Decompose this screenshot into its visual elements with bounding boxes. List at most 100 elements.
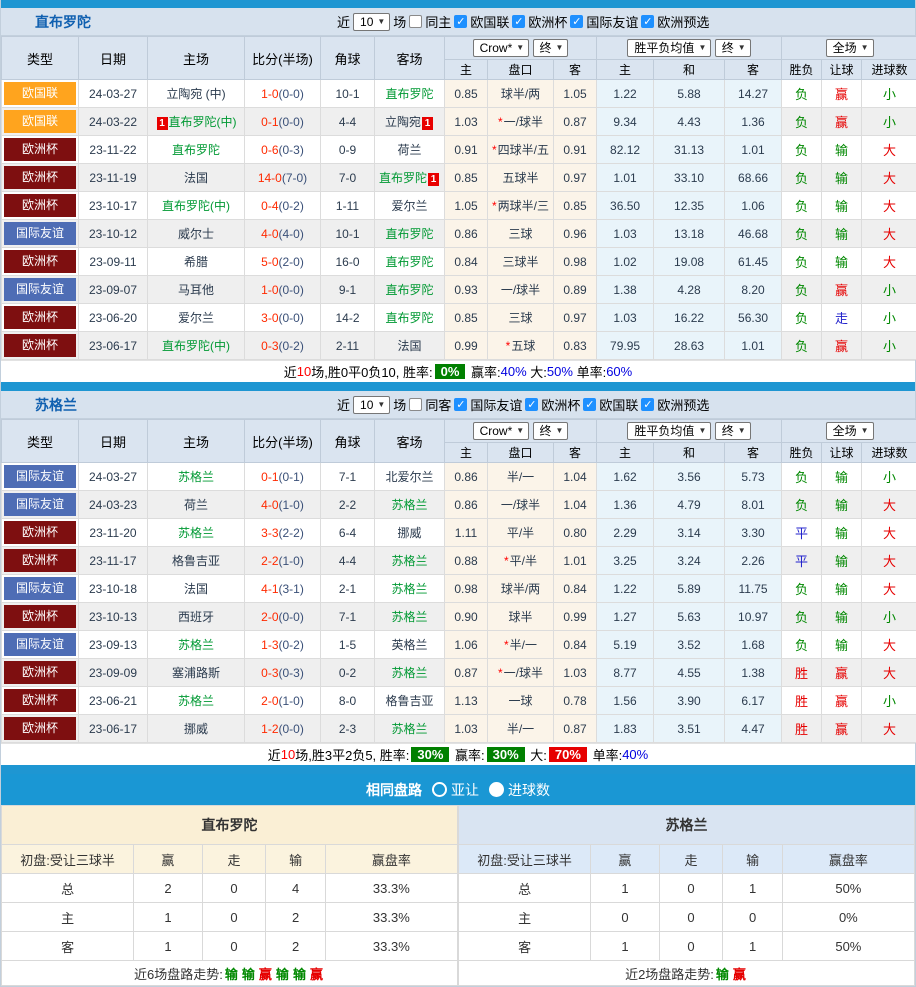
compare-col-header: 走 (659, 845, 723, 874)
compare-table: 直布罗陀初盘:受让三球半赢走输赢盘率总20433.3%主10233.3%客102… (1, 805, 458, 986)
live-star-icon: * (504, 554, 509, 568)
recent-count-select[interactable]: 10▼ (353, 396, 390, 414)
result-goals: 大 (862, 164, 916, 192)
match-date: 23-06-21 (79, 687, 148, 715)
avg-draw: 33.10 (654, 164, 725, 192)
corner-score: 14-2 (321, 304, 375, 332)
avg-home: 5.19 (597, 631, 654, 659)
matches-table: 类型日期主场比分(半场)角球客场Crow*▼ 终▼胜平负均值▼ 终▼全场▼主盘口… (1, 36, 916, 360)
compare-col-header: 走 (202, 845, 266, 874)
league-checkbox[interactable]: ✓ (570, 15, 583, 28)
away-team: 苏格兰 (391, 610, 427, 624)
corner-score: 1-5 (321, 631, 375, 659)
odds-final-select[interactable]: 终▼ (533, 422, 569, 440)
away-team: 直布罗陀 (385, 283, 433, 297)
home-team: 格鲁吉亚 (172, 554, 220, 568)
league-badge: 欧国联 (4, 82, 76, 105)
home-team: 荷兰 (184, 498, 208, 512)
odds-home: 0.85 (445, 304, 488, 332)
league-checkbox[interactable]: ✓ (454, 15, 467, 28)
home-team: 苏格兰 (178, 470, 214, 484)
match-row: 国际友谊24-03-27苏格兰0-1(0-1)7-1北爱尔兰0.86半/一1.0… (2, 463, 916, 491)
odds-away: 1.01 (554, 547, 597, 575)
away-team: 苏格兰 (391, 582, 427, 596)
scope-select[interactable]: 全场▼ (826, 422, 874, 440)
league-checkbox[interactable]: ✓ (525, 398, 538, 411)
avg-final-select[interactable]: 终▼ (715, 39, 751, 57)
odds-company-select[interactable]: Crow*▼ (473, 39, 530, 57)
column-header: 主 (445, 60, 488, 80)
half-score: (0-0) (279, 311, 304, 325)
trend-label: 近6场盘路走势: (134, 967, 223, 982)
radio-icon (432, 782, 447, 797)
odds-final-select[interactable]: 终▼ (533, 39, 569, 57)
avg-final-select[interactable]: 终▼ (715, 422, 751, 440)
avg-type-select[interactable]: 胜平负均值▼ (627, 422, 711, 440)
avg-type-select[interactable]: 胜平负均值▼ (627, 39, 711, 57)
match-date: 23-10-13 (79, 603, 148, 631)
match-row: 欧洲杯23-11-22直布罗陀0-6(0-3)0-9荷兰0.91*四球半/五0.… (2, 136, 916, 164)
column-header: 客 (725, 443, 782, 463)
same-venue-checkbox[interactable] (409, 15, 422, 28)
avg-draw: 5.89 (654, 575, 725, 603)
league-checkbox[interactable]: ✓ (512, 15, 525, 28)
summary-text: 近 (284, 362, 297, 381)
half-score: (0-0) (279, 115, 304, 129)
odds-home: 0.85 (445, 80, 488, 108)
odds-company-select[interactable]: Crow*▼ (473, 422, 530, 440)
column-header: 主 (445, 443, 488, 463)
score: 2-0 (261, 610, 278, 624)
score-cell: 3-3(2-2) (245, 519, 321, 547)
result-handicap: 输 (822, 192, 862, 220)
result-wdl: 平 (782, 519, 822, 547)
score: 0-1 (261, 115, 278, 129)
same-venue-checkbox[interactable] (409, 398, 422, 411)
avg-away: 6.17 (725, 687, 782, 715)
home-team: 法国 (184, 171, 208, 185)
score-cell: 2-0(1-0) (245, 687, 321, 715)
compare-team-title: 苏格兰 (459, 806, 915, 845)
scope-select[interactable]: 全场▼ (826, 39, 874, 57)
score: 4-1 (261, 582, 278, 596)
corner-score: 4-4 (321, 108, 375, 136)
result-wdl: 负 (782, 603, 822, 631)
avg-draw: 3.14 (654, 519, 725, 547)
trend-row: 近2场盘路走势:输赢 (459, 961, 915, 986)
handicap: 三球半 (488, 248, 554, 276)
red-card-badge: 1 (428, 173, 439, 186)
handicap: 一球 (488, 687, 554, 715)
away-team: 英格兰 (391, 638, 427, 652)
recent-count-select[interactable]: 10▼ (353, 13, 390, 31)
result-goals: 大 (862, 519, 916, 547)
score: 1-0 (261, 283, 278, 297)
goals-radio[interactable]: 进球数 (489, 780, 550, 800)
odds-away: 0.89 (554, 276, 597, 304)
corner-score: 2-2 (321, 491, 375, 519)
odds-home: 1.13 (445, 687, 488, 715)
avg-away: 1.36 (725, 108, 782, 136)
score-cell: 0-3(0-3) (245, 659, 321, 687)
home-team-cell: 苏格兰 (148, 519, 245, 547)
avg-away: 1.06 (725, 192, 782, 220)
league-checkbox[interactable]: ✓ (583, 398, 596, 411)
match-date: 24-03-22 (79, 108, 148, 136)
avg-home: 82.12 (597, 136, 654, 164)
score: 0-6 (261, 143, 278, 157)
score-cell: 4-0(1-0) (245, 491, 321, 519)
asian-handicap-radio[interactable]: 亚让 (432, 780, 479, 800)
league-checkbox[interactable]: ✓ (641, 15, 654, 28)
filters: 近10▼场同主✓欧国联✓欧洲杯✓国际友谊✓欧洲预选 (337, 12, 709, 31)
half-score: (4-0) (279, 227, 304, 241)
avg-away: 8.20 (725, 276, 782, 304)
result-goals: 小 (862, 80, 916, 108)
result-handicap: 输 (822, 164, 862, 192)
league-checkbox[interactable]: ✓ (641, 398, 654, 411)
score-cell: 1-0(0-0) (245, 80, 321, 108)
league-checkbox[interactable]: ✓ (454, 398, 467, 411)
home-team-cell: 立陶宛 (中) (148, 80, 245, 108)
home-team: 苏格兰 (178, 638, 214, 652)
compare-cell: 总 (459, 874, 591, 903)
odds-away: 1.05 (554, 80, 597, 108)
avg-away: 5.73 (725, 463, 782, 491)
match-date: 23-09-13 (79, 631, 148, 659)
